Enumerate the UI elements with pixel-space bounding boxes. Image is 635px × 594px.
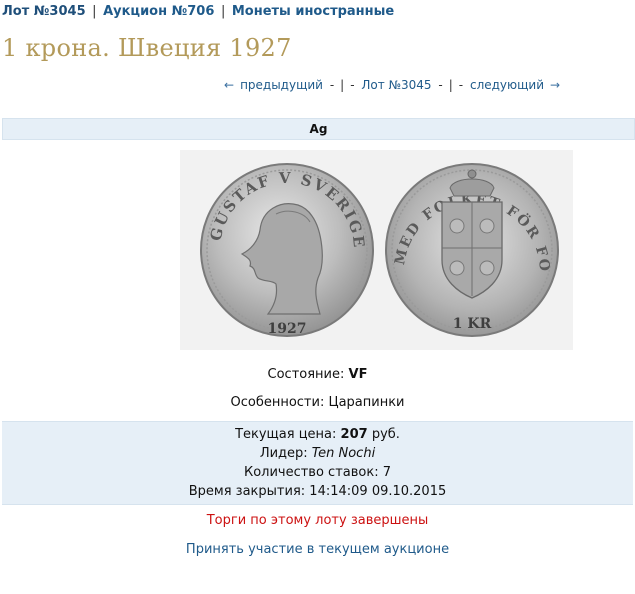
- nav-separator: -: [350, 78, 355, 92]
- features-value: Царапинки: [328, 395, 405, 410]
- features-row: Особенности: Царапинки: [0, 395, 635, 410]
- leader-value: Ten Nochi: [311, 446, 376, 461]
- breadcrumb-separator: |: [220, 4, 226, 19]
- lot-navigation: ← предыдущий - | - Лот №3045 - | - следующий →: [218, 78, 566, 92]
- current-price-label: Текущая цена:: [235, 427, 337, 442]
- breadcrumb-auction-link[interactable]: Аукцион №706: [103, 4, 214, 19]
- leader-row: Лидер: Ten Nochi: [2, 444, 633, 463]
- breadcrumb: Лот №3045 | Аукцион №706 | Монеты иностр…: [2, 4, 394, 19]
- close-time-row: Время закрытия: 14:14:09 09.10.2015: [2, 482, 633, 501]
- coin-photo[interactable]: GUSTAF V SVERIGES KONUNG 1927 MED FOLKET…: [180, 150, 573, 350]
- auction-closed-status: Торги по этому лоту завершены: [206, 513, 429, 528]
- close-time-label: Время закрытия:: [188, 484, 306, 499]
- previous-lot-link[interactable]: предыдущий: [240, 78, 323, 92]
- bids-count-row: Количество ставок: 7: [2, 463, 633, 482]
- current-lot-label: Лот №3045: [361, 78, 432, 92]
- bids-count-value: 7: [382, 465, 392, 480]
- breadcrumb-category-link[interactable]: Монеты иностранные: [232, 4, 394, 19]
- condition-label: Состояние:: [267, 367, 345, 382]
- leader-label: Лидер:: [259, 446, 308, 461]
- current-price-row: Текущая цена: 207 руб.: [2, 425, 633, 444]
- arrow-left-icon[interactable]: ←: [218, 78, 240, 92]
- condition-value: VF: [348, 367, 368, 382]
- nav-separator: -: [329, 78, 335, 92]
- metal-label: Ag: [309, 122, 328, 136]
- obverse-year: 1927: [268, 321, 307, 337]
- next-lot-link[interactable]: следующий: [470, 78, 544, 92]
- features-label: Особенности:: [230, 395, 325, 410]
- reverse-value: 1 KR: [453, 316, 492, 332]
- join-auction-link[interactable]: Принять участие в текущем аукционе: [0, 542, 635, 557]
- metal-bar: Ag: [2, 118, 635, 140]
- current-price-value: 207: [340, 427, 368, 442]
- nav-separator: -: [438, 78, 443, 92]
- breadcrumb-separator: |: [92, 4, 97, 19]
- nav-separator: |: [340, 78, 345, 92]
- coin-obverse: GUSTAF V SVERIGES KONUNG 1927: [180, 150, 374, 337]
- current-price-unit: руб.: [371, 427, 400, 442]
- nav-separator: |: [448, 78, 453, 92]
- bid-info-panel: Текущая цена: 207 руб. Лидер: Ten Nochi …: [2, 421, 633, 505]
- arrow-right-icon[interactable]: →: [544, 78, 566, 92]
- bids-count-label: Количество ставок:: [243, 465, 379, 480]
- page-title: 1 крона. Швеция 1927: [2, 34, 292, 62]
- close-time-value: 14:14:09 09.10.2015: [309, 484, 447, 499]
- condition-row: Состояние: VF: [0, 367, 635, 382]
- breadcrumb-lot: Лот №3045: [2, 4, 86, 19]
- nav-separator: -: [458, 78, 464, 92]
